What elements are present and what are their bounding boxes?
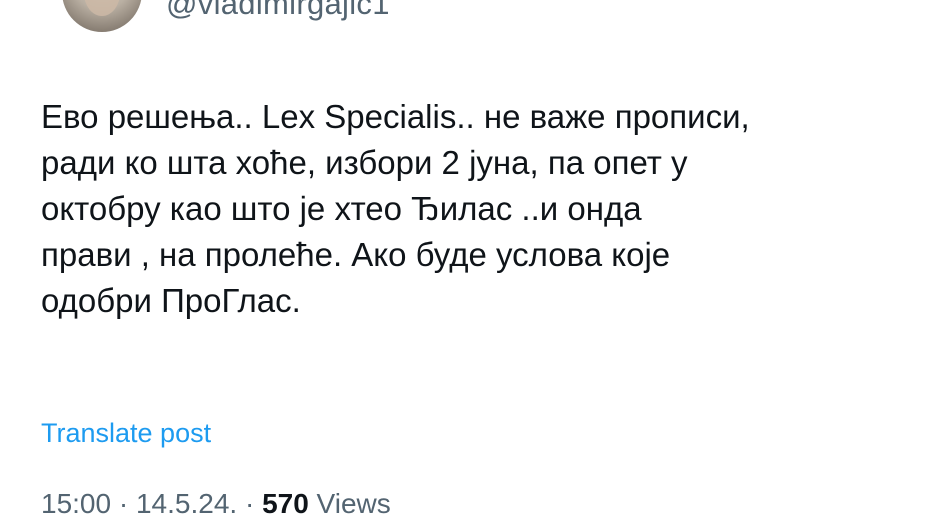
views-count[interactable]: 570 bbox=[262, 488, 309, 519]
tweet-text-line: прави , на пролеће. Ако буде услова које bbox=[41, 236, 671, 273]
tweet-text-line: ради ко шта хоће, избори 2 јуна, па опет… bbox=[41, 144, 688, 181]
tweet-text-line: октобру као што је хтео Ђилас ..и онда bbox=[41, 190, 642, 227]
tweet-date[interactable]: 14.5.24. bbox=[136, 488, 237, 519]
views-label: Views bbox=[308, 488, 391, 519]
author-handle[interactable]: @vladimirgajic1 bbox=[166, 0, 390, 22]
meta-separator: · bbox=[111, 488, 136, 519]
tweet-meta: 15:00 · 14.5.24. · 570 Views bbox=[41, 488, 391, 520]
translate-post-link[interactable]: Translate post bbox=[41, 418, 211, 449]
tweet-text-line: Ево решења.. Lex Specialis.. не важе про… bbox=[41, 98, 750, 135]
avatar-face bbox=[84, 0, 120, 16]
meta-separator: · bbox=[237, 488, 263, 519]
tweet-time[interactable]: 15:00 bbox=[41, 488, 111, 519]
avatar[interactable] bbox=[62, 0, 142, 32]
tweet-text: Ево решења.. Lex Specialis.. не важе про… bbox=[41, 94, 901, 324]
tweet-text-line: одобри ПроГлас. bbox=[41, 282, 301, 319]
